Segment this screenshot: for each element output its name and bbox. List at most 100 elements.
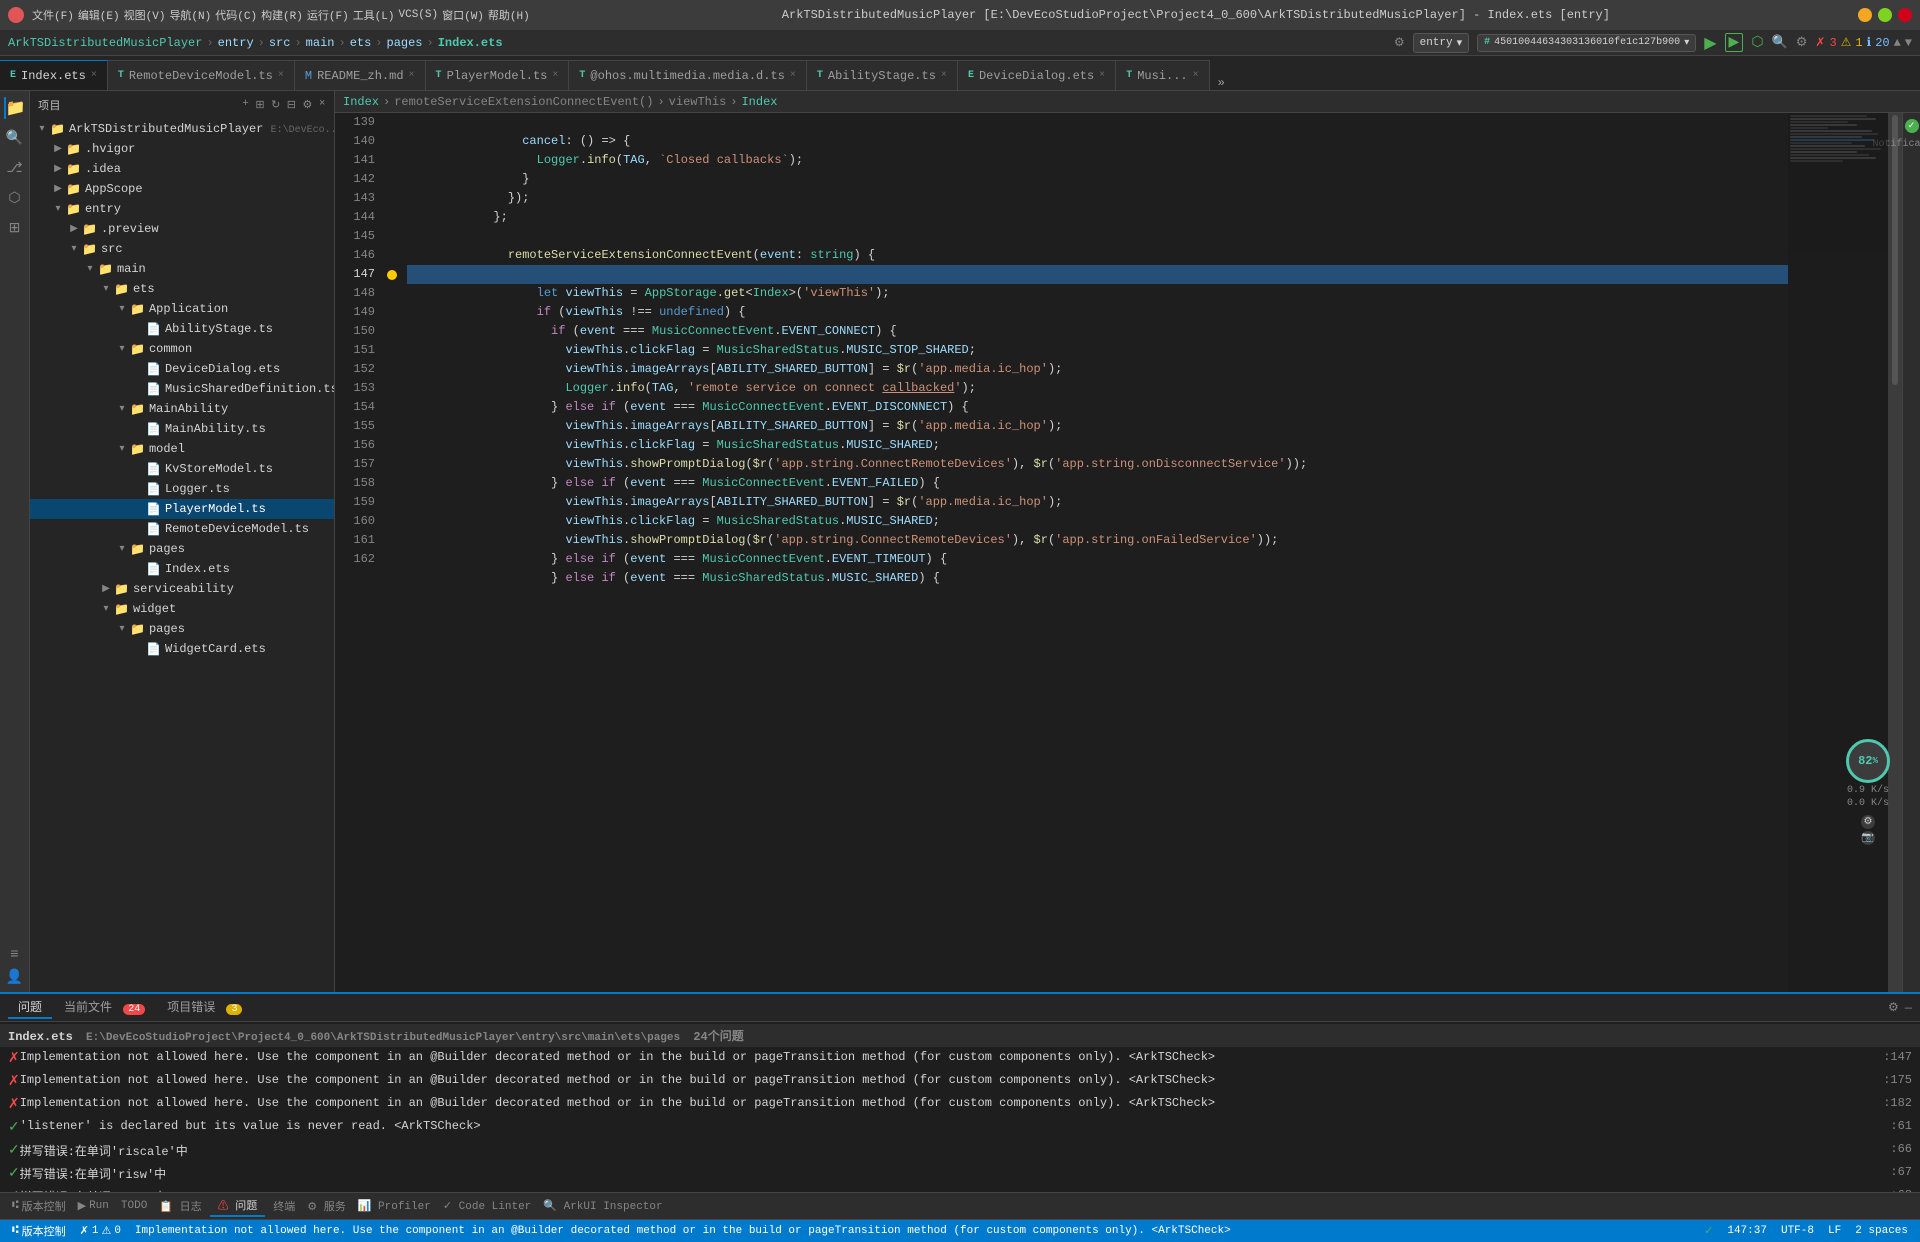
activity-bottom1[interactable]: ≡ [4,944,26,966]
bottom-tab-problems[interactable]: 问题 [8,996,52,1019]
activity-bottom2[interactable]: 👤 [4,966,26,988]
tree-widgetcard[interactable]: ▶ 📄 WidgetCard.ets [30,639,334,659]
sidebar-icon-settings[interactable]: ⚙ [303,98,313,112]
tree-serviceability[interactable]: ▶ 📁 serviceability [30,579,334,599]
tab-musi[interactable]: T Musi... × [1116,60,1209,90]
code-breadcrumb-index2[interactable]: Index [741,95,777,109]
tab-readme[interactable]: M README_zh.md × [295,60,426,90]
breadcrumb-settings[interactable]: ⚙ [1394,35,1405,50]
tab-close-ohos[interactable]: × [790,70,796,81]
tree-application[interactable]: ▾ 📁 Application [30,299,334,319]
error-item-2[interactable]: ✗ Implementation not allowed here. Use t… [0,1070,1920,1093]
arkui-inspector-btn[interactable]: 🔍 ArkUI Inspector [539,1197,666,1215]
error-item-3[interactable]: ✗ Implementation not allowed here. Use t… [0,1093,1920,1116]
activity-extensions[interactable]: ⊞ [4,217,26,239]
status-line-ending[interactable]: LF [1824,1225,1845,1237]
tree-devicedialog[interactable]: ▶ 📄 DeviceDialog.ets [30,359,334,379]
maximize-button[interactable] [1878,8,1892,22]
tree-ets[interactable]: ▾ 📁 ets [30,279,334,299]
breadcrumb-project[interactable]: ArkTSDistributedMusicPlayer [8,36,202,50]
scroll-down-btn[interactable]: ▼ [1905,36,1912,50]
breadcrumb-file[interactable]: Index.ets [438,36,503,50]
sidebar-icon-refresh[interactable]: ↻ [271,98,281,112]
breadcrumb-entry[interactable]: entry [218,36,254,50]
tree-remotedevicemodel[interactable]: ▶ 📄 RemoteDeviceModel.ts [30,519,334,539]
title-bar-menu-window[interactable]: 窗口(W) [442,7,484,23]
status-errors[interactable]: ✗ 1 ⚠ 0 [76,1224,125,1238]
log-btn[interactable]: 📋 日志 [155,1196,205,1216]
error-item-5[interactable]: ✓ 拼写错误:在单词'riscale'中 :66 [0,1139,1920,1162]
tree-musicshareddefinition[interactable]: ▶ 📄 MusicSharedDefinition.ts [30,379,334,399]
status-message[interactable]: Implementation not allowed here. Use the… [131,1225,1694,1237]
tab-index-ets[interactable]: E Index.ets × [0,60,108,90]
status-encoding[interactable]: UTF-8 [1777,1225,1818,1237]
tab-remote-device-model[interactable]: T RemoteDeviceModel.ts × [108,60,295,90]
title-bar-menu-run[interactable]: 运行(F) [307,7,349,23]
todo-btn[interactable]: TODO [117,1198,151,1214]
code-linter-btn[interactable]: ✓ Code Linter [439,1197,535,1215]
tree-idea[interactable]: ▶ 📁 .idea [30,159,334,179]
tree-mainability-folder[interactable]: ▾ 📁 MainAbility [30,399,334,419]
sidebar-icon-new-file[interactable]: + [242,98,249,112]
error-header-item[interactable]: Index.ets E:\DevEcoStudioProject\Project… [0,1024,1920,1047]
breadcrumb-ets[interactable]: ets [350,36,372,50]
code-area[interactable]: cancel: () => { Logger.info(TAG, `Closed… [399,113,1788,992]
status-indent[interactable]: 2 spaces [1851,1225,1912,1237]
sidebar-icon-close[interactable]: × [319,98,326,112]
editor-main[interactable]: Index › remoteServiceExtensionConnectEve… [335,91,1920,992]
bottom-tab-project-errors[interactable]: 项目错误 3 [157,996,252,1019]
play-btn[interactable]: ▶ [1704,33,1716,53]
breadcrumb-pages[interactable]: pages [387,36,423,50]
code-breadcrumb-method[interactable]: remoteServiceExtensionConnectEvent() [394,95,653,109]
build-btn[interactable]: ⬡ [1751,34,1763,51]
tree-pages-ets[interactable]: ▾ 📁 pages [30,539,334,559]
title-bar-menu[interactable]: 文件(F) [32,7,74,23]
run-btn-bottom[interactable]: ▶ Run [74,1197,113,1215]
tree-widget[interactable]: ▾ 📁 widget [30,599,334,619]
tree-entry[interactable]: ▾ 📁 entry [30,199,334,219]
tree-preview[interactable]: ▶ 📁 .preview [30,219,334,239]
tree-appscope[interactable]: ▶ 📁 AppScope [30,179,334,199]
toolbar-search-btn[interactable]: 🔍 [1772,35,1788,50]
minimize-button[interactable] [1858,8,1872,22]
bottom-close-btn[interactable]: — [1905,1001,1912,1015]
tree-index-ets[interactable]: ▶ 📄 Index.ets [30,559,334,579]
tab-close-musi[interactable]: × [1193,70,1199,81]
tree-main[interactable]: ▾ 📁 main [30,259,334,279]
tab-ability-stage[interactable]: T AbilityStage.ts × [807,60,958,90]
tab-overflow-btn[interactable]: » [1210,76,1233,90]
hash-dropdown[interactable]: # 45010044634303136010fe1c127b900 ▾ [1477,34,1696,52]
tab-close-index-ets[interactable]: × [91,70,97,81]
tree-hvigor[interactable]: ▶ 📁 .hvigor [30,139,334,159]
tab-device-dialog[interactable]: E DeviceDialog.ets × [958,60,1116,90]
title-bar-menu-tools[interactable]: 工具(L) [353,7,395,23]
breadcrumb-src[interactable]: src [269,36,291,50]
problems-btn-bottom[interactable]: ⚠ 问题 [210,1195,266,1217]
title-bar-menu-vcs[interactable]: VCS(S) [399,9,439,21]
bottom-settings-btn[interactable]: ⚙ [1888,1000,1899,1015]
status-branch[interactable]: ⑆ 版本控制 [8,1223,70,1239]
terminal-btn[interactable]: 终端 [269,1196,299,1216]
tree-widget-pages[interactable]: ▾ 📁 pages [30,619,334,639]
toolbar-settings-btn[interactable]: ⚙ [1796,35,1808,50]
bottom-tab-current-file[interactable]: 当前文件 24 [54,996,155,1019]
tab-close-ability[interactable]: × [941,70,947,81]
tree-kvstore[interactable]: ▶ 📄 KvStoreModel.ts [30,459,334,479]
tree-model[interactable]: ▾ 📁 model [30,439,334,459]
tree-root[interactable]: ▾ 📁 ArkTSDistributedMusicPlayer E:\DevEc… [30,119,334,139]
settings-circle-btn[interactable]: ⚙ [1861,815,1875,829]
tree-abilitystage[interactable]: ▶ 📄 AbilityStage.ts [30,319,334,339]
title-bar-menu-code[interactable]: 代码(C) [215,7,257,23]
profiler-btn[interactable]: 📊 Profiler [354,1197,435,1215]
debug-run-btn[interactable]: ▶ [1725,33,1744,52]
code-breadcrumb-viewthis[interactable]: viewThis [669,95,727,109]
title-bar-menu-build[interactable]: 构建(R) [261,7,303,23]
scrollbar-thumb[interactable] [1892,115,1898,385]
close-button[interactable] [1898,8,1912,22]
error-item-6[interactable]: ✓ 拼写错误:在单词'risw'中 :67 [0,1162,1920,1185]
error-item-7[interactable]: ✓ 拼写错误:在单词'rish'中 :68 [0,1185,1920,1192]
tree-playermodel[interactable]: ▶ 📄 PlayerModel.ts [30,499,334,519]
entry-dropdown[interactable]: entry ▾ [1413,33,1470,53]
tab-close-remote[interactable]: × [278,70,284,81]
tab-ohos-media[interactable]: T @ohos.multimedia.media.d.ts × [569,60,806,90]
